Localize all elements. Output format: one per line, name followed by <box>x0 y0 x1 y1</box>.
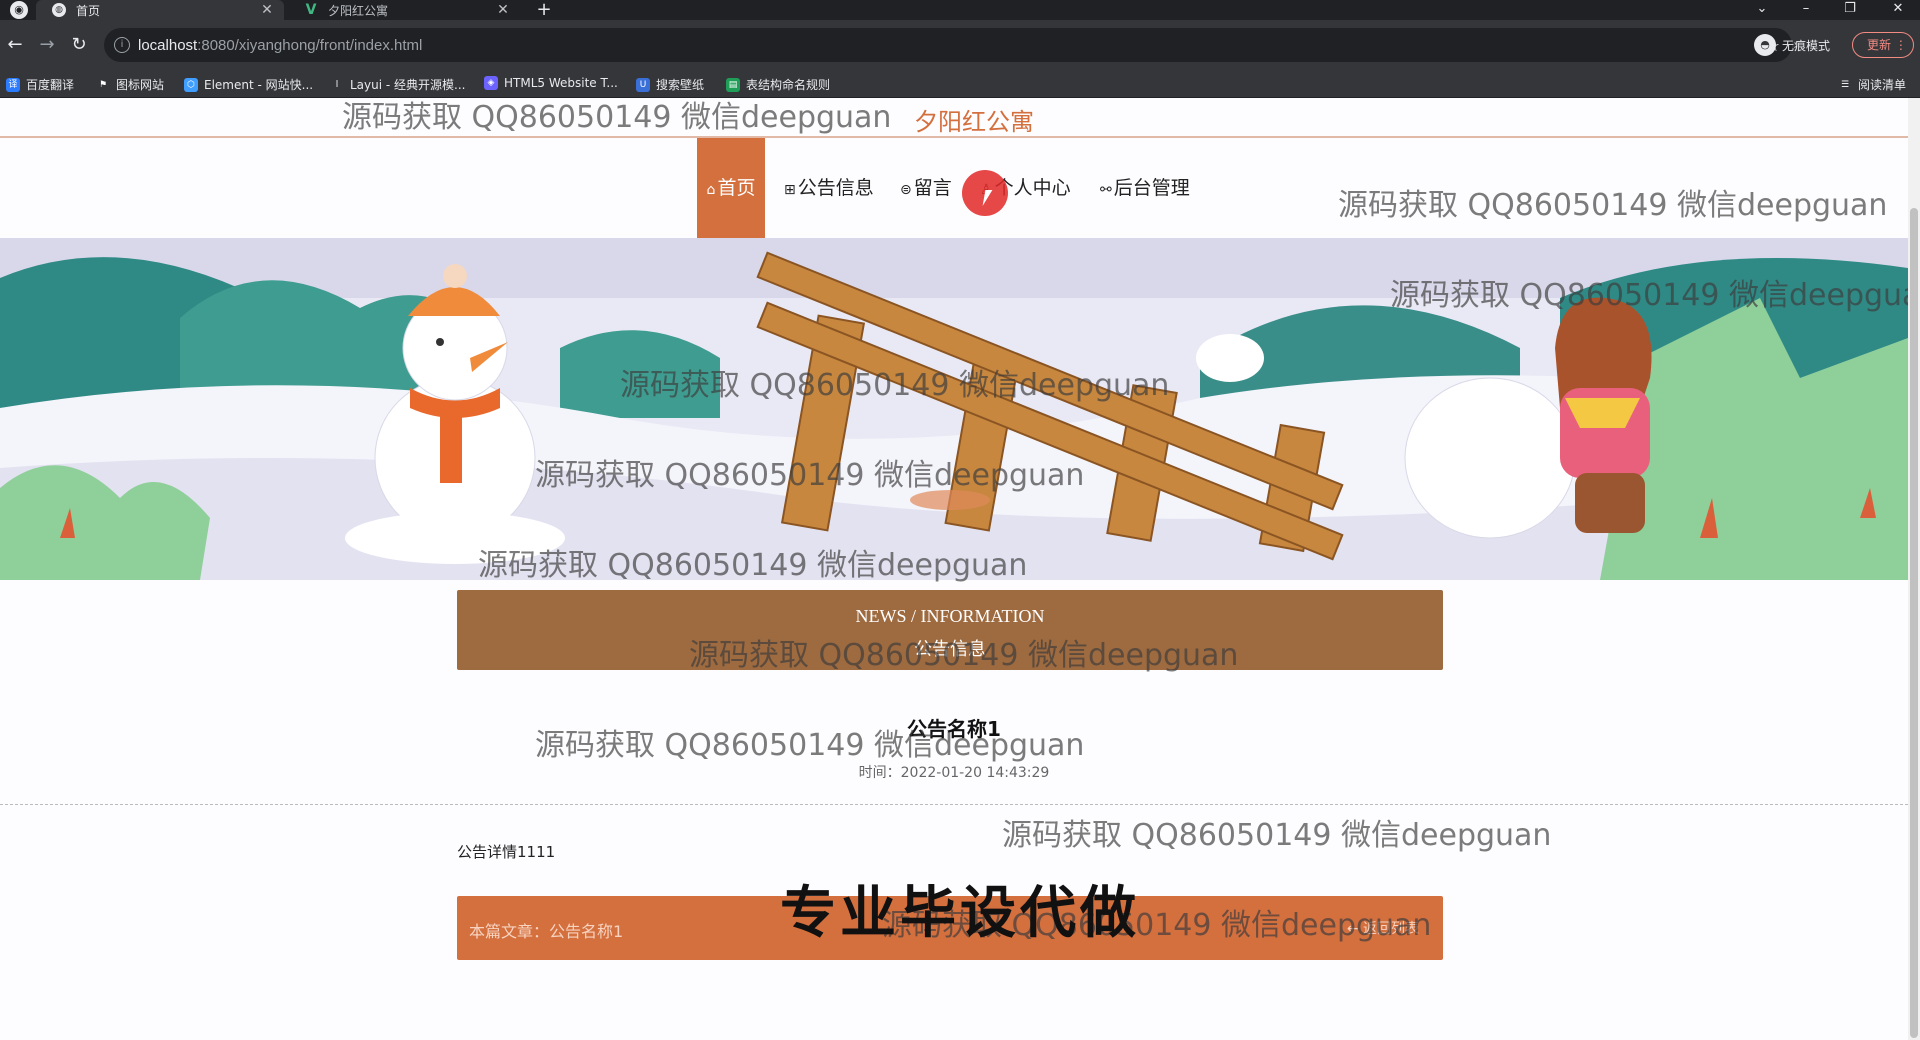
incognito-indicator[interactable]: ◓ 无痕模式 <box>1754 34 1830 56</box>
bookmark-label: HTML5 Website T... <box>504 76 618 90</box>
bookmark-baidu-translate[interactable]: 译 百度翻译 <box>6 76 74 93</box>
address-bar: ← → ↻ i localhost:8080/xiyanghong/front/… <box>0 20 1920 70</box>
news-header-en: NEWS / INFORMATION <box>855 606 1045 626</box>
watermark-text: 源码获取 QQ86050149 微信deepguan <box>1338 188 1888 223</box>
reading-list-icon: ☰ <box>1838 77 1852 92</box>
bookmark-label: Layui - 经典开源模... <box>350 78 466 92</box>
watermark-text: 源码获取 QQ86050149 微信deepguan <box>620 368 1170 403</box>
html5-icon: ◈ <box>484 76 498 90</box>
bookmark-wallpaper[interactable]: U 搜索壁纸 <box>636 76 704 93</box>
reload-icon[interactable]: ↻ <box>66 32 92 58</box>
back-icon[interactable]: ← <box>2 32 28 58</box>
tab-title: 夕阳红公寓 <box>328 3 389 18</box>
watermark-text: 源码获取 QQ86050149 微信deepguan <box>478 548 1028 583</box>
incognito-label: 无痕模式 <box>1782 38 1831 53</box>
grid-icon: ⊞ <box>784 182 796 198</box>
url-path: :8080/xiyanghong/front/index.html <box>197 36 423 54</box>
bookmark-label: 搜索壁纸 <box>656 78 705 92</box>
close-tab-icon[interactable]: ✕ <box>494 2 512 18</box>
sheet-icon: ▤ <box>726 77 740 92</box>
restore-icon[interactable]: ❐ <box>1828 0 1872 20</box>
watermark-text: 源码获取 QQ86050149 微信deepguan <box>1390 278 1908 313</box>
bookmark-icon-site[interactable]: ⚑ 图标网站 <box>96 76 164 93</box>
close-window-icon[interactable]: ✕ <box>1876 0 1920 20</box>
nav-admin[interactable]: ⚯ 后台管理 <box>1100 138 1190 238</box>
tab-search-icon[interactable]: ⌄ <box>1740 0 1784 20</box>
home-icon: ⌂ <box>706 182 716 198</box>
globe-icon: ◍ <box>52 3 66 17</box>
forward-icon[interactable]: → <box>34 32 60 58</box>
link-icon: ⚯ <box>1100 182 1112 198</box>
bookmark-label: 百度翻译 <box>26 78 75 92</box>
url-input[interactable]: i localhost:8080/xiyanghong/front/index.… <box>104 28 1792 62</box>
watermark-text: 源码获取 QQ86050149 微信deepguan <box>1002 818 1552 853</box>
browser-tab-bar: ◉ ◍ 首页 ✕ V 夕阳红公寓 ✕ + ⌄ – ❐ ✕ <box>0 0 1920 20</box>
layui-icon: l <box>330 77 344 92</box>
flag-icon: ⚑ <box>96 77 110 92</box>
new-tab-button[interactable]: + <box>534 0 554 20</box>
nav-label: 首页 <box>717 177 756 199</box>
site-title: 夕阳红公寓 <box>914 108 1034 136</box>
nav-label: 公告信息 <box>797 177 874 199</box>
site-title-bar: 夕阳红公寓 <box>0 98 1908 138</box>
bookmark-label: 图标网站 <box>116 78 165 92</box>
article-divider <box>0 804 1908 805</box>
bookmark-element[interactable]: ⬡ Element - 网站快... <box>184 76 313 93</box>
nav-home[interactable]: ⌂ 首页 <box>697 138 765 238</box>
minimize-icon[interactable]: – <box>1784 0 1828 20</box>
watermark-text: 源码获取 QQ86050149 微信deepguan <box>342 100 892 135</box>
bookmark-html5[interactable]: ◈ HTML5 Website T... <box>484 76 618 90</box>
browser-tab-xiyanghong[interactable]: V 夕阳红公寓 ✕ <box>288 0 520 20</box>
nav-messages[interactable]: ⊜ 留言 <box>900 138 952 238</box>
bookmark-label: Element - 网站快... <box>204 78 314 92</box>
baidu-translate-icon: 译 <box>6 77 20 92</box>
tab-title: 首页 <box>76 3 101 18</box>
nav-label: 留言 <box>913 177 952 199</box>
watermark-text: 源码获取 QQ86050149 微信deepguan <box>535 458 1085 493</box>
browser-tab-home[interactable]: ◍ 首页 ✕ <box>36 0 284 20</box>
update-label: 更新 <box>1867 38 1892 52</box>
update-button[interactable]: 更新 ⋮ <box>1852 32 1914 58</box>
url-host: localhost <box>138 36 198 54</box>
nav-label: 后台管理 <box>1113 177 1190 199</box>
vue-icon: V <box>305 2 317 18</box>
watermark-text: 源码获取 QQ86050149 微信deepguan <box>689 638 1239 673</box>
site-info-icon[interactable]: i <box>114 37 130 53</box>
reading-list-label: 阅读清单 <box>1858 78 1907 92</box>
close-tab-icon[interactable]: ✕ <box>258 2 276 18</box>
wallpaper-icon: U <box>636 77 650 92</box>
reading-list[interactable]: ☰ 阅读清单 <box>1838 76 1906 93</box>
watermark-text: 源码获取 QQ86050149 微信deepguan <box>535 728 1085 763</box>
incognito-icon: ◓ <box>1754 34 1776 56</box>
message-icon: ⊜ <box>900 182 912 198</box>
bookmark-label: 表结构命名规则 <box>746 78 831 92</box>
article-content: 公告详情1111 <box>457 843 556 861</box>
bookmarks-bar: 译 百度翻译 ⚑ 图标网站 ⬡ Element - 网站快... l Layui… <box>0 70 1920 98</box>
nav-announcements[interactable]: ⊞ 公告信息 <box>784 138 874 238</box>
article-time: 时间：2022-01-20 14:43:29 <box>858 765 1050 781</box>
bookmark-naming-rules[interactable]: ▤ 表结构命名规则 <box>726 76 830 93</box>
browser-menu-icon[interactable]: ◉ <box>10 1 28 19</box>
element-icon: ⬡ <box>184 77 198 92</box>
slogan-overlay: 专业毕设代做 <box>780 881 1140 946</box>
bookmark-layui[interactable]: l Layui - 经典开源模... <box>330 76 465 93</box>
